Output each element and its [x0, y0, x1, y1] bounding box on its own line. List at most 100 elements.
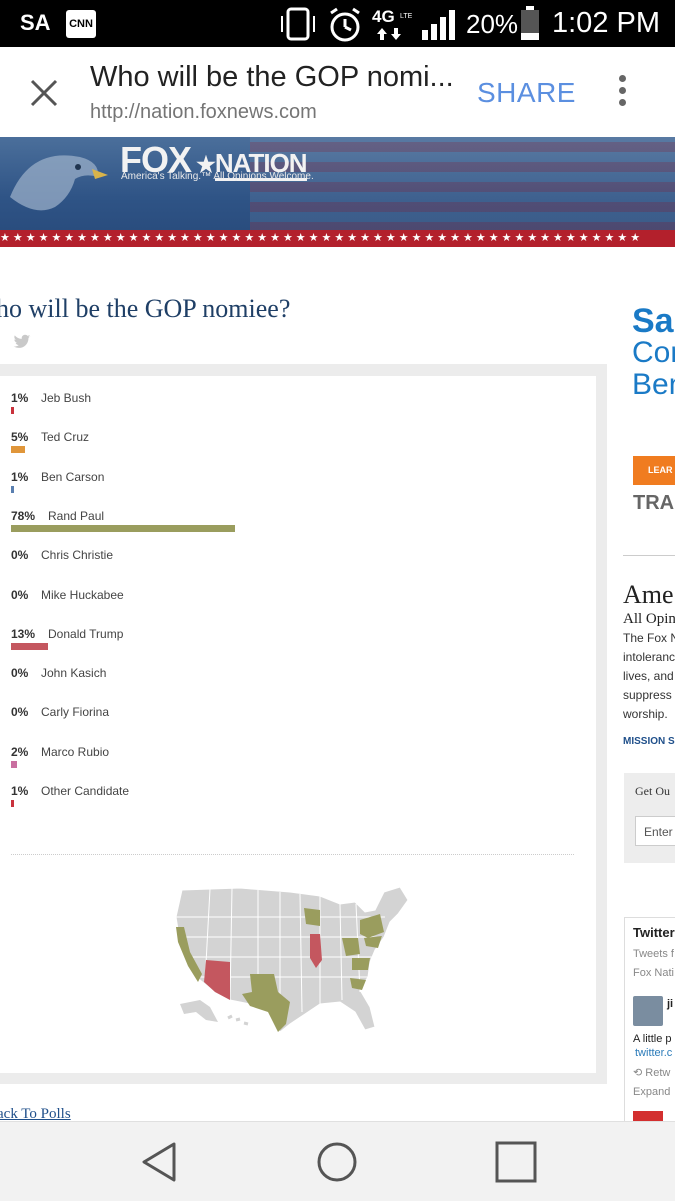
about-title: Ame [623, 580, 674, 609]
newsletter-box: Get Ou Enter [624, 773, 675, 863]
twitter-widget: Twitter Tweets f Fox Nati ji A little p … [624, 917, 675, 1122]
poll-bar [11, 446, 26, 454]
poll-percentage: 78% [11, 508, 36, 523]
about-subtitle: All Opin [623, 611, 675, 627]
poll-candidate-name: John Kasich [41, 666, 107, 681]
poll-percentage: 0% [11, 587, 29, 602]
tweet-text: A little p [633, 1033, 672, 1045]
poll-candidate-name: Jeb Bush [41, 391, 92, 405]
poll-percentage: 0% [11, 666, 29, 681]
poll-percentage: 13% [11, 626, 36, 641]
poll-result-row: 1% Jeb Bush [11, 391, 591, 421]
mission-statement-link[interactable]: MISSION S [623, 736, 675, 747]
poll-percentage: 0% [11, 705, 29, 720]
sidebar-divider [623, 555, 675, 556]
status-bar: SA CNN 4G LTE 20% 1:02 PM [0, 0, 675, 47]
android-nav-bar [0, 1121, 675, 1201]
poll-percentage: 1% [11, 391, 29, 405]
custom-tab-toolbar: Who will be the GOP nomi... http://natio… [0, 47, 675, 138]
tweet-author[interactable]: ji [667, 998, 673, 1010]
poll-bar [11, 485, 14, 493]
page-title: Who will be the GOP nomi... [90, 61, 454, 93]
home-icon[interactable] [315, 1140, 359, 1184]
url-text[interactable]: http://nation.foxnews.com [90, 101, 317, 124]
poll-result-row: 0% Mike Huckabee [11, 588, 591, 618]
poll-result-row: 0% John Kasich [11, 666, 591, 696]
poll-candidate-name: Donald Trump [48, 626, 124, 641]
sidebar: Sa Cor Ben LEAR TRA Ame All Opin The Fox… [620, 247, 675, 1122]
recents-icon[interactable] [494, 1140, 538, 1184]
stars-strip: ★★★★★★★★★★★★★★★★★★★★★★★★★★★★★★★★★★★★★★★★… [0, 230, 675, 247]
about-text-line: lives, and [623, 669, 674, 683]
svg-text:LTE: LTE [400, 13, 413, 20]
ad-line-2[interactable]: Cor [632, 336, 675, 370]
poll-candidate-name: Marco Rubio [41, 744, 110, 759]
poll-bar [11, 800, 14, 807]
about-text-line: worship. [623, 707, 668, 721]
poll-candidate-name: Ted Cruz [41, 430, 90, 445]
battery-icon [521, 6, 539, 40]
poll-candidate-name: Chris Christie [41, 548, 114, 563]
newsletter-email-input[interactable]: Enter [635, 816, 675, 846]
overflow-menu-icon[interactable] [614, 75, 630, 111]
retweet-text: Retw [645, 1067, 671, 1079]
about-text-line: suppress [623, 688, 672, 702]
poll-result-row: 5% Ted Cruz [11, 430, 591, 460]
poll-percentage: 1% [11, 784, 29, 798]
banner-tagline: America's Talking.™ All Opinions Welcome… [121, 171, 314, 182]
tweet-link[interactable]: twitter.c [635, 1047, 672, 1059]
flag-background [250, 137, 675, 232]
twitter-widget-title[interactable]: Twitter [633, 925, 675, 940]
divider [11, 854, 574, 855]
carrier-label: SA [20, 10, 51, 35]
poll-result-row: 13% Donald Trump [11, 627, 591, 657]
poll-result-row: 0% Chris Christie [11, 548, 591, 578]
poll-bar [11, 407, 14, 414]
poll-question: ho will be the GOP nomiee? [0, 294, 291, 323]
battery-percent: 20% [466, 9, 519, 39]
ad-brand[interactable]: TRA [633, 492, 674, 515]
about-text-line: intoleranc [623, 650, 675, 664]
site-banner[interactable]: FOX ★NATION America's Talking.™ All Opin… [0, 137, 675, 247]
alarm-icon [330, 7, 360, 42]
retweet-icon: ⟲ [633, 1067, 646, 1079]
newsletter-title: Get Ou [635, 784, 670, 798]
ad-learn-button[interactable]: LEAR [633, 456, 675, 485]
back-icon[interactable] [138, 1140, 182, 1184]
eagle-logo-icon [10, 155, 108, 211]
poll-percentage: 2% [11, 744, 29, 759]
cnn-notification-icon: CNN [66, 10, 96, 38]
poll-result-row: 1% Ben Carson [11, 470, 591, 500]
poll-percentage: 5% [11, 430, 29, 445]
poll-candidate-name: Other Candidate [41, 784, 130, 798]
about-text-line: The Fox N [623, 631, 675, 645]
poll-bar [11, 524, 235, 532]
poll-bar [11, 760, 17, 768]
svg-text:4G: 4G [372, 7, 395, 26]
tweet-expand-link[interactable]: Expand [633, 1086, 670, 1098]
poll-percentage: 1% [11, 469, 29, 484]
poll-candidate-name: Carly Fiorina [41, 705, 110, 720]
poll-result-row: 78% Rand Paul [11, 509, 591, 539]
poll-percentage: 0% [11, 548, 29, 563]
vibrate-icon [281, 7, 315, 41]
poll-result-row: 2% Marco Rubio [11, 745, 591, 775]
us-results-map [175, 886, 409, 1033]
clock: 1:02 PM [552, 7, 660, 39]
avatar[interactable] [633, 996, 663, 1026]
poll-candidate-name: Rand Paul [48, 508, 105, 523]
poll-result-row: 1% Other Candidate [11, 784, 591, 814]
twitter-widget-account[interactable]: Fox Nati [633, 967, 674, 979]
share-button[interactable]: SHARE [477, 77, 576, 109]
twitter-widget-sub: Tweets f [633, 948, 674, 960]
poll-candidate-name: Ben Carson [41, 469, 105, 484]
poll-result-row: 0% Carly Fiorina [11, 705, 591, 735]
poll-bar [11, 642, 49, 650]
twitter-share-icon[interactable] [13, 334, 31, 350]
ad-line-3[interactable]: Ben [632, 368, 675, 402]
signal-icon [422, 10, 455, 40]
network-4g-icon: 4G LTE [372, 7, 413, 40]
close-icon[interactable] [28, 77, 60, 109]
retweet-label: ⟲ Retw [633, 1066, 670, 1079]
poll-candidate-name: Mike Huckabee [41, 587, 124, 602]
